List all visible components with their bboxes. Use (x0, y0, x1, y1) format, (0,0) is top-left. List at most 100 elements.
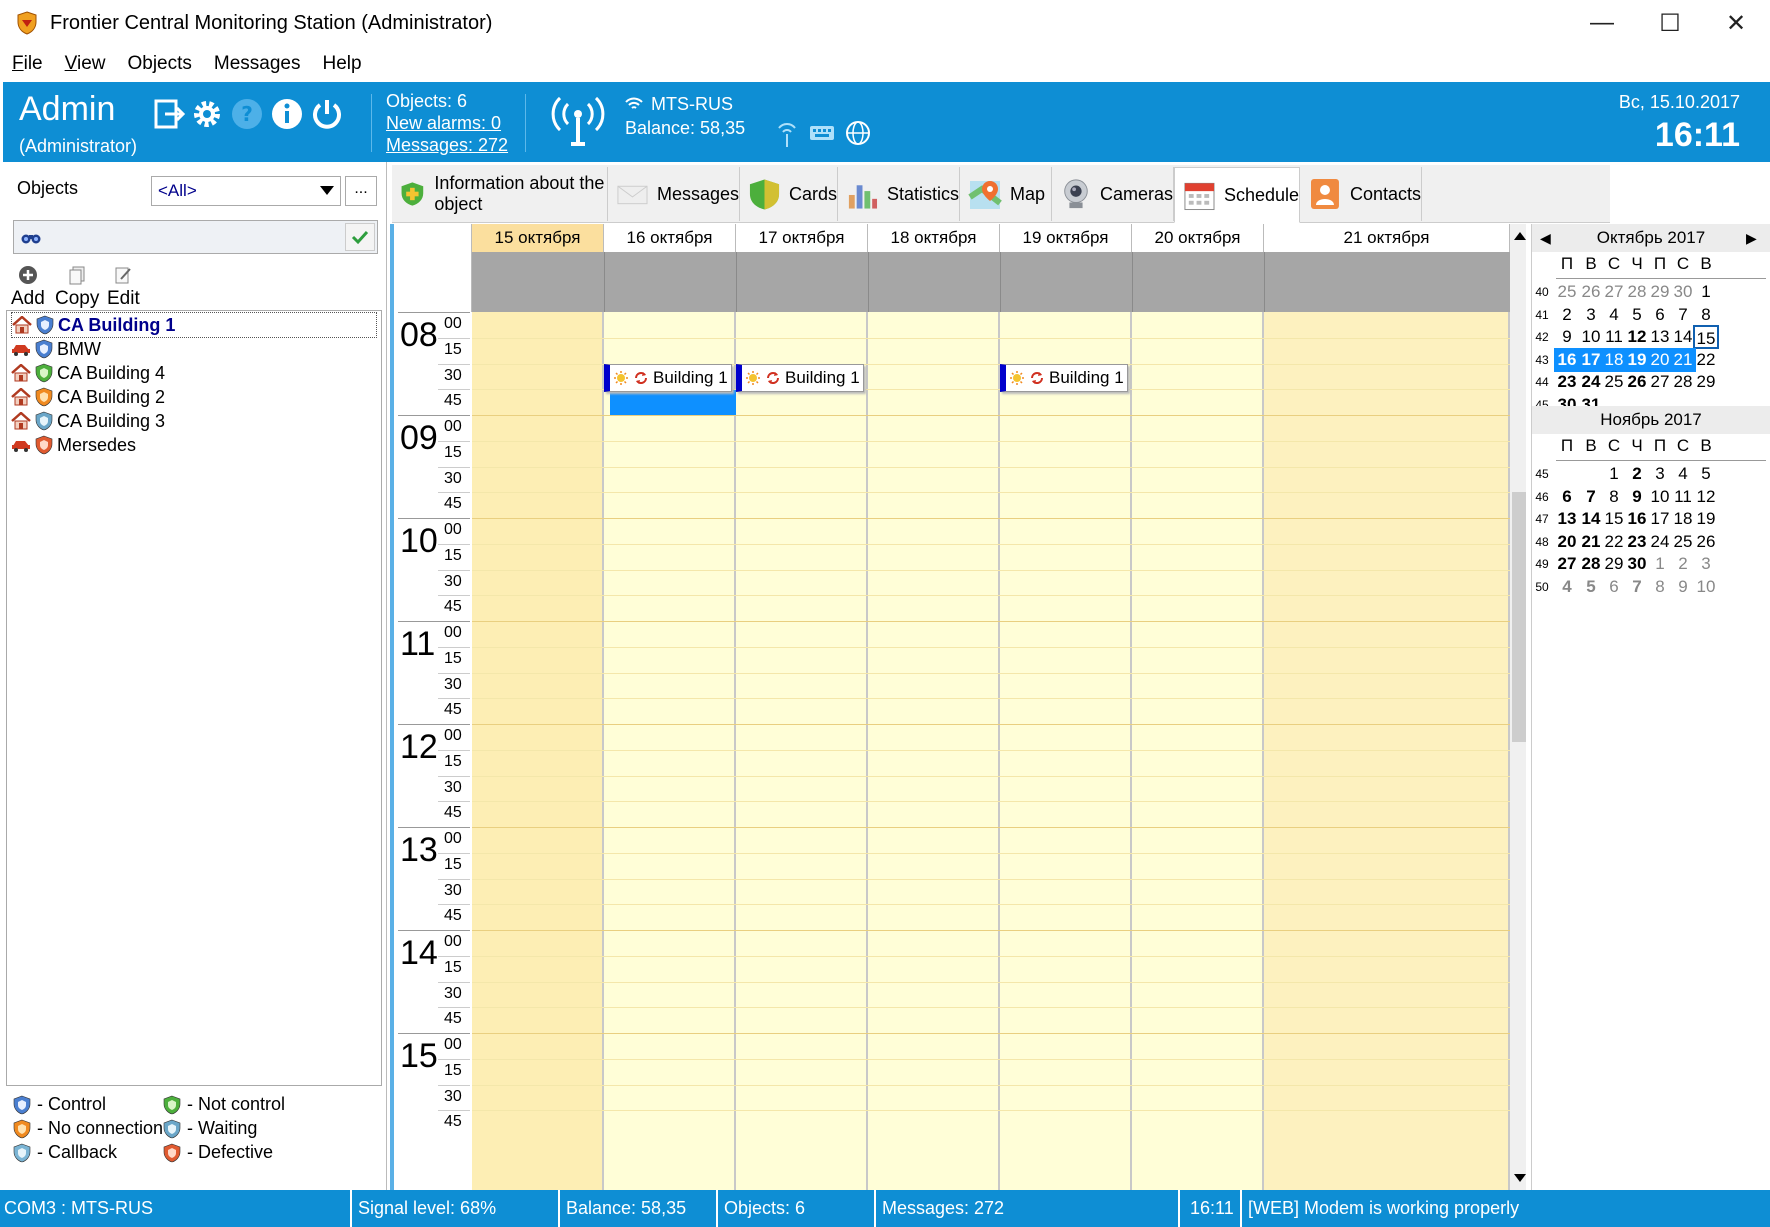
appointment[interactable]: Building 1 (604, 363, 732, 392)
prev-month-button[interactable]: ◀ (1540, 230, 1551, 247)
scroll-thumb[interactable] (1512, 492, 1526, 742)
tab-cards[interactable]: Cards (740, 167, 838, 221)
sun-icon (614, 370, 628, 385)
calendar-day[interactable]: 19 (1693, 507, 1719, 531)
hour-line (398, 827, 470, 828)
schedule-grid[interactable]: Building 1 Building 1 Building 1 (472, 312, 1510, 1190)
user-role: (Administrator) (19, 136, 138, 156)
calendar-day[interactable]: 27 (1554, 552, 1580, 576)
tree-item[interactable]: CA Building 3 (11, 408, 165, 434)
day-header[interactable]: 16 октября (604, 224, 736, 252)
calendar-day[interactable]: 25 (1554, 280, 1580, 304)
gear-icon[interactable] (189, 96, 225, 132)
copy-button[interactable]: Copy (55, 262, 99, 310)
calendar-day[interactable]: 26 (1693, 530, 1719, 554)
tab-statistics[interactable]: Statistics (838, 167, 960, 221)
calendar-day[interactable]: 23 (1554, 370, 1580, 394)
next-month-button[interactable]: ▶ (1746, 230, 1757, 247)
day-header[interactable]: 20 октября (1132, 224, 1264, 252)
tree-item[interactable]: Mersedes (11, 432, 136, 458)
calendar-day[interactable]: 10 (1693, 575, 1719, 599)
minimize-icon: — (1590, 9, 1614, 36)
object-search-input[interactable] (13, 220, 378, 254)
objects-filter-select[interactable]: <All> (151, 176, 341, 206)
search-apply-button[interactable] (345, 223, 375, 251)
maximize-button[interactable]: ☐ (1636, 0, 1704, 46)
exit-icon[interactable] (151, 96, 187, 132)
calendar-day[interactable]: 16 (1554, 347, 1580, 372)
objects-more-button[interactable]: ... (345, 176, 377, 206)
calendar-day[interactable]: 1 (1693, 280, 1719, 304)
minimize-button[interactable]: — (1568, 0, 1636, 46)
power-icon[interactable] (309, 96, 345, 132)
calendar-icon (1184, 182, 1215, 211)
time-slot-line (472, 595, 1510, 597)
calendar-day[interactable]: 5 (1693, 462, 1719, 486)
selected-time-slot[interactable] (610, 390, 736, 415)
time-slot-line (472, 569, 1510, 571)
minute-label: 15 (444, 752, 462, 770)
calendar-day[interactable]: 6 (1554, 485, 1580, 509)
appointment[interactable]: Building 1 (736, 363, 864, 392)
help-icon[interactable]: ? (229, 96, 265, 132)
add-button[interactable]: Add (11, 262, 45, 310)
calendar-day[interactable]: 20 (1554, 530, 1580, 554)
scroll-up-icon[interactable] (1514, 232, 1526, 240)
calendar-day[interactable]: 13 (1554, 507, 1580, 531)
calendar-day[interactable]: 22 (1693, 348, 1719, 372)
calendar-day[interactable]: 4 (1554, 575, 1580, 599)
appointment-label: Building 1 (1049, 367, 1124, 387)
day-header[interactable]: 15 октября (472, 224, 604, 252)
status-balance: Balance: 58,35 (560, 1190, 718, 1227)
calendar-day[interactable]: 15 (1693, 325, 1719, 349)
minute-label: 45 (444, 392, 462, 410)
tab-messages[interactable]: Messages (608, 167, 740, 221)
schedule-scrollbar[interactable] (1510, 224, 1526, 1190)
tab-map[interactable]: Map (960, 167, 1052, 221)
tab-schedule[interactable]: Schedule (1174, 167, 1300, 223)
tree-item[interactable]: BMW (11, 336, 101, 362)
not-control-shield-icon (35, 363, 53, 383)
legend-item: - Not control (163, 1094, 285, 1115)
time-slot-line (472, 827, 1510, 828)
calendar-day[interactable]: 2 (1554, 303, 1580, 327)
copy-label: Copy (55, 288, 100, 309)
tree-item[interactable]: CA Building 2 (11, 384, 165, 410)
day-header[interactable]: 19 октября (1000, 224, 1132, 252)
calendar-day[interactable]: 9 (1554, 325, 1580, 349)
info-icon[interactable] (269, 96, 305, 132)
calendar-day[interactable]: 12 (1693, 485, 1719, 509)
minute-label: 15 (444, 855, 462, 873)
menu-objects[interactable]: Objects (125, 51, 193, 77)
menu-messages[interactable]: Messages (212, 51, 303, 77)
tab-cameras[interactable]: Cameras (1052, 167, 1174, 221)
day-header[interactable]: 18 октября (868, 224, 1000, 252)
edit-button[interactable]: Edit (107, 262, 140, 310)
calendar-day[interactable]: 29 (1693, 370, 1719, 394)
day-header[interactable]: 21 октября (1264, 224, 1510, 252)
close-button[interactable]: ✕ (1702, 0, 1770, 46)
calendar-day[interactable]: 3 (1693, 552, 1719, 576)
menu-view[interactable]: View (63, 51, 108, 77)
window-title: Frontier Central Monitoring Station (Adm… (50, 11, 493, 34)
appointment[interactable]: Building 1 (1000, 363, 1128, 392)
time-slot-line (472, 981, 1510, 983)
calendar-month-title: Октябрь 2017 (1532, 224, 1770, 252)
menu-help[interactable]: Help (321, 51, 364, 77)
day-header[interactable]: 17 октября (736, 224, 868, 252)
tree-item[interactable]: CA Building 4 (11, 360, 165, 386)
messages-link[interactable]: Messages: 272 (386, 135, 508, 156)
menu-file[interactable]: File (10, 51, 45, 77)
time-slot-line (472, 852, 1510, 854)
scroll-down-icon[interactable] (1514, 1174, 1526, 1182)
copy-icon (69, 266, 85, 285)
minute-label: 45 (444, 804, 462, 822)
status-bar: COM3 : MTS-RUS Signal level: 68% Balance… (0, 1190, 1770, 1227)
new-alarms-link[interactable]: New alarms: 0 (386, 113, 501, 134)
waiting-shield-icon (163, 1119, 181, 1138)
minute-label: 45 (444, 1113, 462, 1131)
tree-item[interactable]: CA Building 1 (11, 312, 377, 338)
calendar-day[interactable]: 8 (1693, 303, 1719, 327)
tab-information-about-the-object[interactable]: Information about the object (392, 167, 608, 221)
tab-contacts[interactable]: Contacts (1300, 167, 1422, 221)
